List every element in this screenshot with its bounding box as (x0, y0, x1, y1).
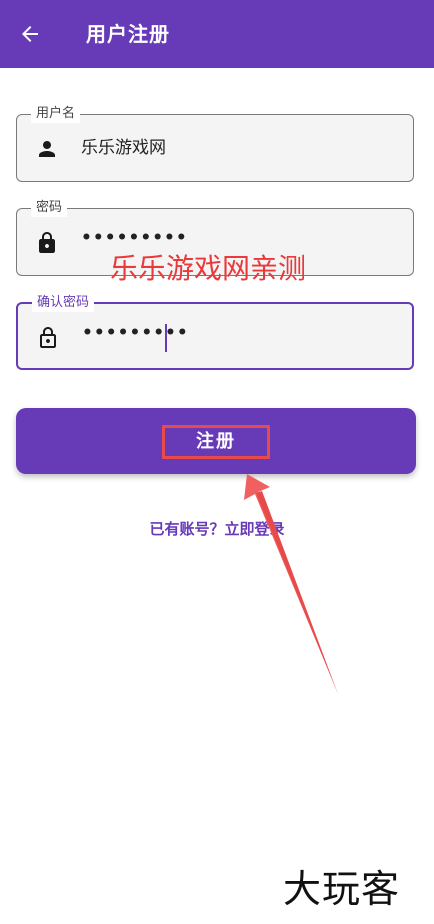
arrow-back-icon (22, 26, 38, 42)
lock-icon (39, 232, 55, 253)
back-button[interactable] (14, 18, 46, 50)
lock-outline-icon (40, 327, 56, 348)
register-button[interactable]: 注册 (16, 408, 416, 474)
username-value: 乐乐游戏网 (81, 138, 166, 158)
confirm-password-field[interactable]: 确认密码 ••••••••• (16, 294, 414, 370)
brand-logo: 大玩客 (283, 867, 401, 911)
login-link[interactable]: 已有账号？立即登录 (0, 518, 434, 539)
person-icon (39, 141, 55, 157)
username-field[interactable]: 用户名 乐乐游戏网 (16, 105, 414, 182)
page-title: 用户注册 (86, 22, 170, 46)
text-caret (165, 324, 167, 352)
confirm-password-value: ••••••••• (82, 323, 189, 343)
watermark-text: 乐乐游戏网亲测 (110, 252, 307, 285)
password-label: 密码 (31, 199, 68, 217)
confirm-password-label: 确认密码 (32, 294, 95, 312)
username-label: 用户名 (31, 105, 81, 123)
register-button-label: 注册 (162, 425, 270, 459)
app-bar: 用户注册 (0, 0, 434, 68)
